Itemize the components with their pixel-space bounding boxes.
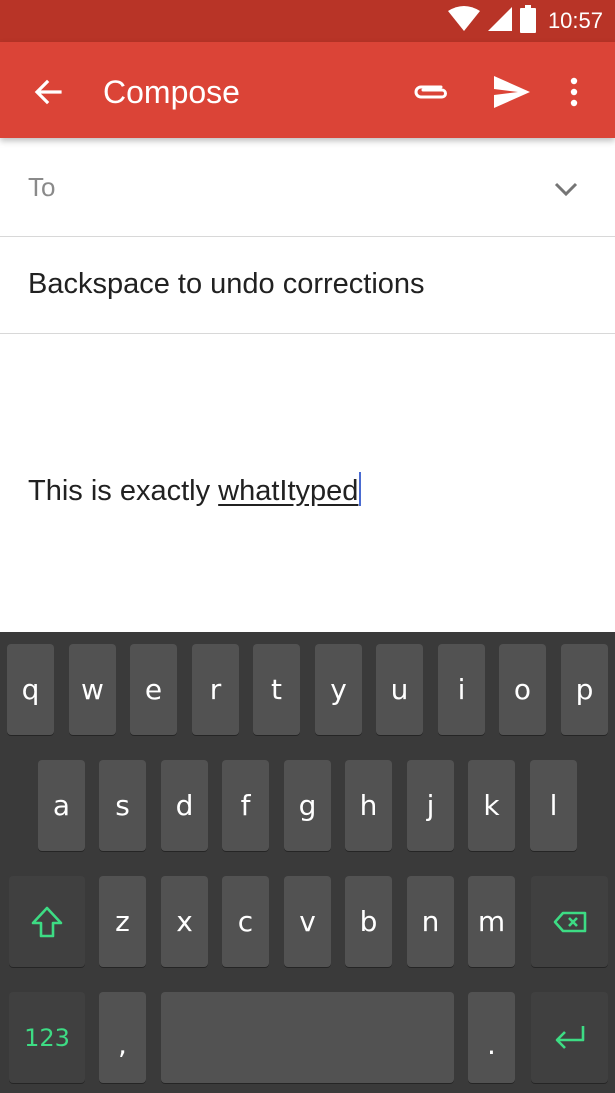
space-key[interactable] bbox=[161, 992, 454, 1083]
key-label: u bbox=[390, 673, 409, 706]
key-label: l bbox=[549, 789, 558, 822]
key-n[interactable]: n bbox=[407, 876, 454, 967]
key-y[interactable]: y bbox=[315, 644, 362, 735]
key-label: 123 bbox=[24, 1023, 70, 1052]
key-i[interactable]: i bbox=[438, 644, 485, 735]
key-k[interactable]: k bbox=[468, 760, 515, 851]
to-label: To bbox=[28, 172, 56, 202]
key-t[interactable]: t bbox=[253, 644, 300, 735]
status-bar: 10:57 bbox=[0, 0, 615, 42]
shift-key[interactable] bbox=[9, 876, 85, 967]
cell-signal-icon bbox=[487, 6, 512, 36]
key-label: q bbox=[21, 673, 40, 706]
attach-icon bbox=[414, 85, 447, 99]
send-button[interactable] bbox=[488, 68, 536, 116]
key-e[interactable]: e bbox=[130, 644, 177, 735]
key-f[interactable]: f bbox=[222, 760, 269, 851]
key-label: k bbox=[483, 789, 500, 822]
key-d[interactable]: d bbox=[161, 760, 208, 851]
key-label: h bbox=[359, 789, 378, 822]
key-label: j bbox=[426, 789, 435, 822]
battery-icon bbox=[519, 4, 536, 38]
comma-key[interactable]: , bbox=[99, 992, 146, 1083]
key-v[interactable]: v bbox=[284, 876, 331, 967]
key-u[interactable]: u bbox=[376, 644, 423, 735]
key-g[interactable]: g bbox=[284, 760, 331, 851]
key-label: , bbox=[118, 1028, 127, 1061]
key-label: v bbox=[299, 905, 316, 938]
body-text: This is exactly whatItyped bbox=[28, 472, 362, 508]
app-bar: Compose bbox=[0, 42, 615, 138]
symbols-key[interactable]: 123 bbox=[9, 992, 85, 1083]
key-q[interactable]: q bbox=[7, 644, 54, 735]
subject-field[interactable]: Backspace to undo corrections bbox=[0, 237, 615, 334]
key-label: m bbox=[477, 905, 506, 938]
more-options-button[interactable] bbox=[550, 68, 598, 116]
key-label: b bbox=[359, 905, 378, 938]
key-l[interactable]: l bbox=[530, 760, 577, 851]
enter-icon bbox=[555, 1025, 584, 1049]
key-p[interactable]: p bbox=[561, 644, 608, 735]
key-label: c bbox=[237, 905, 254, 938]
body-prefix: This is exactly bbox=[28, 475, 219, 507]
more-vert-icon bbox=[570, 77, 578, 107]
page-title: Compose bbox=[103, 74, 240, 110]
wifi-icon bbox=[447, 5, 480, 37]
composing-word: whatItyped bbox=[218, 475, 359, 507]
key-label: n bbox=[421, 905, 440, 938]
key-a[interactable]: a bbox=[38, 760, 85, 851]
key-h[interactable]: h bbox=[345, 760, 392, 851]
backspace-icon bbox=[553, 911, 586, 932]
key-label: o bbox=[513, 673, 532, 706]
attach-button[interactable] bbox=[406, 68, 454, 116]
subject-text: Backspace to undo corrections bbox=[28, 268, 425, 300]
key-label: i bbox=[457, 673, 466, 706]
to-field[interactable]: To bbox=[0, 138, 615, 237]
key-w[interactable]: w bbox=[69, 644, 116, 735]
key-label: r bbox=[209, 673, 222, 706]
key-z[interactable]: z bbox=[99, 876, 146, 967]
key-label: d bbox=[175, 789, 194, 822]
enter-key[interactable] bbox=[531, 992, 608, 1083]
key-label: a bbox=[52, 789, 71, 822]
period-key[interactable]: . bbox=[468, 992, 515, 1083]
shift-icon bbox=[31, 906, 63, 937]
key-b[interactable]: b bbox=[345, 876, 392, 967]
key-label: z bbox=[115, 905, 130, 938]
key-m[interactable]: m bbox=[468, 876, 515, 967]
chevron-down-icon[interactable] bbox=[551, 174, 581, 204]
key-j[interactable]: j bbox=[407, 760, 454, 851]
body-field[interactable]: This is exactly whatItyped bbox=[0, 334, 615, 632]
key-x[interactable]: x bbox=[161, 876, 208, 967]
key-label: t bbox=[271, 673, 282, 706]
key-label: p bbox=[575, 673, 594, 706]
status-time: 10:57 bbox=[547, 8, 603, 33]
backspace-key[interactable] bbox=[531, 876, 608, 967]
key-label: y bbox=[330, 673, 347, 706]
key-r[interactable]: r bbox=[192, 644, 239, 735]
back-button[interactable] bbox=[26, 70, 70, 114]
key-c[interactable]: c bbox=[222, 876, 269, 967]
key-s[interactable]: s bbox=[99, 760, 146, 851]
key-label: f bbox=[240, 789, 251, 822]
key-o[interactable]: o bbox=[499, 644, 546, 735]
key-label: e bbox=[144, 673, 163, 706]
keyboard: q w e r t y u i o p a s d f g h j k l z … bbox=[0, 632, 615, 1093]
key-label: g bbox=[298, 789, 317, 822]
key-label: x bbox=[176, 905, 193, 938]
key-label: w bbox=[81, 673, 104, 706]
send-icon bbox=[494, 76, 530, 108]
key-label: . bbox=[487, 1028, 496, 1061]
key-label: s bbox=[115, 789, 130, 822]
arrow-back-icon bbox=[34, 79, 62, 105]
text-caret bbox=[359, 472, 362, 506]
